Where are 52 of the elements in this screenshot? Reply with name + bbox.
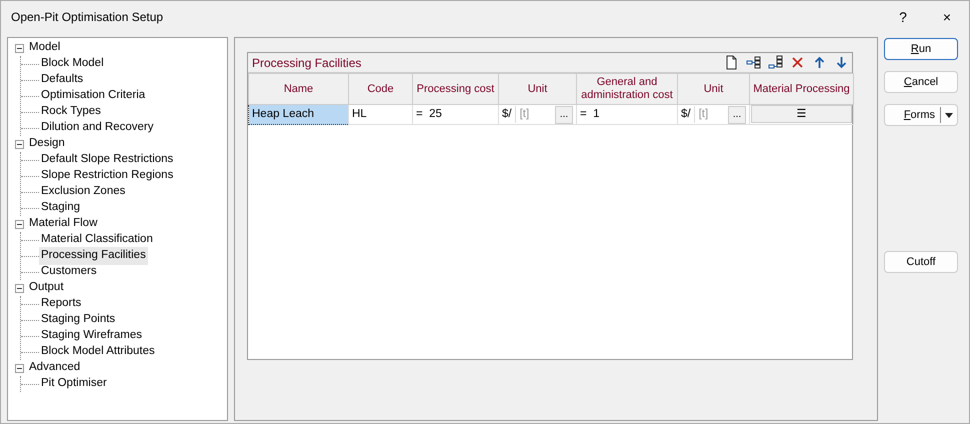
collapse-toggle-icon[interactable]: [15, 284, 24, 292]
collapse-toggle-icon[interactable]: [15, 364, 24, 372]
dialog-button[interactable]: Run: [884, 38, 958, 60]
tree-item[interactable]: Pit Optimiser: [39, 375, 109, 393]
tree-item[interactable]: Exclusion Zones: [39, 183, 128, 201]
tree-item[interactable]: Dilution and Recovery: [39, 119, 156, 137]
column-header: Processing cost: [412, 74, 498, 104]
unit-prefix: $/: [502, 106, 512, 122]
dialog-button[interactable]: Cutoff: [884, 251, 958, 273]
column-header: Name: [248, 74, 348, 104]
tree-node[interactable]: Design: [27, 135, 67, 153]
table-cell[interactable]: = 1: [576, 104, 678, 124]
tree-node[interactable]: Advanced: [27, 359, 82, 377]
tree-item[interactable]: Slope Restriction Regions: [39, 167, 176, 185]
tree-item[interactable]: Rock Types: [39, 103, 103, 121]
tree-item[interactable]: Staging: [39, 199, 82, 217]
table-cell[interactable]: = 25: [412, 104, 498, 124]
tree-item[interactable]: Optimisation Criteria: [39, 87, 148, 105]
close-button[interactable]: ×: [925, 1, 969, 33]
tree-item[interactable]: Block Model: [39, 55, 106, 73]
forms-button[interactable]: Forms: [884, 104, 958, 126]
menu-button[interactable]: ☰: [751, 105, 852, 124]
collapse-toggle-icon[interactable]: [15, 140, 24, 148]
help-button[interactable]: ?: [881, 1, 925, 33]
tree-item[interactable]: Staging Wireframes: [39, 327, 144, 345]
tree-node[interactable]: Model: [27, 39, 62, 57]
tree-item[interactable]: Material Classification: [39, 231, 155, 249]
dialog-button[interactable]: Cancel: [884, 71, 958, 93]
tree-item[interactable]: Staging Points: [39, 311, 118, 329]
column-header: Unit: [498, 74, 576, 104]
column-header: Unit: [678, 74, 750, 104]
table-cell[interactable]: Heap Leach: [248, 104, 348, 124]
column-header: Material Processing: [750, 74, 854, 104]
tree-node[interactable]: Output: [27, 279, 66, 297]
browse-button[interactable]: ...: [555, 106, 573, 124]
column-header: General and administration cost: [576, 74, 678, 104]
tree-item[interactable]: Default Slope Restrictions: [39, 151, 176, 169]
tree-item[interactable]: Customers: [39, 263, 99, 281]
table-cell[interactable]: HL: [348, 104, 412, 124]
tree-node[interactable]: Material Flow: [27, 215, 100, 233]
window-title: Open-Pit Optimisation Setup: [11, 9, 164, 26]
collapse-toggle-icon[interactable]: [15, 44, 24, 52]
tree-item[interactable]: Reports: [39, 295, 84, 313]
grid-title: Processing Facilities: [252, 54, 362, 72]
column-header: Code: [348, 74, 412, 104]
tree-item[interactable]: Block Model Attributes: [39, 343, 157, 361]
collapse-toggle-icon[interactable]: [15, 220, 24, 228]
tree-item[interactable]: Processing Facilities: [39, 247, 148, 265]
caret-icon: [945, 112, 953, 118]
browse-button[interactable]: ...: [728, 106, 746, 124]
tree-item[interactable]: Defaults: [39, 71, 86, 89]
unit-prefix: $/: [681, 106, 691, 122]
